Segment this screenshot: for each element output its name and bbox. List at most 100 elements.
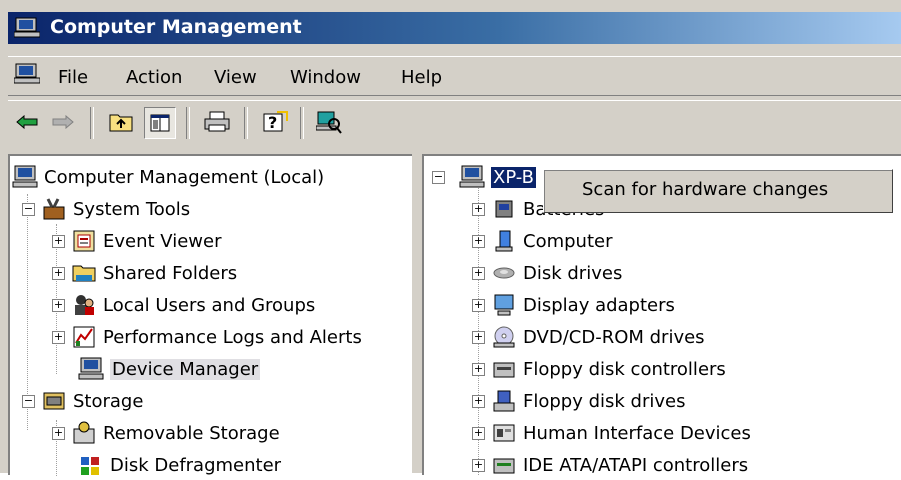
tree-item-event-viewer[interactable]: + Event Viewer xyxy=(52,226,221,256)
toolbar-separator xyxy=(90,107,94,139)
defrag-icon xyxy=(78,452,104,478)
tree-item-label: Performance Logs and Alerts xyxy=(103,326,362,348)
expand-toggle[interactable]: + xyxy=(52,298,65,312)
tree-item-local-users[interactable]: + Local Users and Groups xyxy=(52,290,315,320)
menu-action[interactable]: Action xyxy=(126,67,182,88)
title-bar[interactable]: Computer Management xyxy=(8,12,901,44)
toolbar-separator xyxy=(186,107,190,139)
cdrom-icon xyxy=(491,324,517,350)
computer-management-window: Computer Management File Action View Win… xyxy=(0,0,901,476)
forward-arrow-icon[interactable] xyxy=(48,107,78,137)
menu-view[interactable]: View xyxy=(214,67,257,88)
expand-toggle[interactable]: + xyxy=(472,330,485,344)
tree-item-label: Removable Storage xyxy=(103,422,280,444)
tree-item-label: Disk Defragmenter xyxy=(110,454,282,476)
menu-bar: File Action View Window Help xyxy=(8,56,901,96)
computer-icon xyxy=(491,228,517,254)
tools-icon xyxy=(41,196,67,222)
tree-item-shared-folders[interactable]: + Shared Folders xyxy=(52,258,237,288)
expand-toggle[interactable]: + xyxy=(52,234,65,248)
menu-window[interactable]: Window xyxy=(290,67,361,88)
device-category-label: DVD/CD-ROM drives xyxy=(523,326,705,348)
expand-toggle[interactable]: + xyxy=(472,458,485,472)
expand-toggle[interactable]: + xyxy=(472,234,485,248)
tree-item-label: Storage xyxy=(73,390,144,412)
device-category-label: Computer xyxy=(523,230,613,252)
device-category-label: Display adapters xyxy=(523,294,675,316)
tree-item-label: Local Users and Groups xyxy=(103,294,316,316)
battery-icon xyxy=(491,196,517,222)
device-category-row[interactable]: + Computer xyxy=(472,226,612,256)
menu-help[interactable]: Help xyxy=(401,67,442,88)
device-category-row[interactable]: + Display adapters xyxy=(472,290,675,320)
tree-item-device-manager[interactable]: Device Manager xyxy=(72,354,261,384)
device-category-label: IDE ATA/ATAPI controllers xyxy=(523,454,749,476)
device-tree-root-label: XP-B xyxy=(491,166,536,188)
expand-toggle[interactable]: + xyxy=(472,298,485,312)
floppy-drive-icon xyxy=(491,388,517,414)
performance-icon xyxy=(71,324,97,350)
menu-file[interactable]: File xyxy=(58,67,88,88)
toolbar: ? xyxy=(8,100,901,147)
print-icon[interactable] xyxy=(202,107,232,137)
device-tree-root[interactable]: − XP-B xyxy=(432,162,536,192)
help-icon[interactable]: ? xyxy=(260,107,290,137)
device-category-row[interactable]: + Disk drives xyxy=(472,258,622,288)
expand-toggle[interactable]: + xyxy=(52,426,65,440)
scan-hardware-icon[interactable] xyxy=(314,107,344,137)
floppy-controller-icon xyxy=(491,356,517,382)
expand-toggle[interactable]: + xyxy=(472,362,485,376)
svg-text:?: ? xyxy=(268,113,277,132)
device-category-label: Floppy disk drives xyxy=(523,390,686,412)
device-category-row[interactable]: + Floppy disk drives xyxy=(472,386,685,416)
tree-item-computer-management[interactable]: Computer Management (Local) xyxy=(12,162,324,192)
tree-item-label: Event Viewer xyxy=(103,230,222,252)
collapse-toggle[interactable]: − xyxy=(432,170,445,184)
removable-storage-icon xyxy=(71,420,97,446)
device-category-row[interactable]: + Floppy disk controllers xyxy=(472,354,726,384)
expand-toggle[interactable]: + xyxy=(52,330,65,344)
disk-drive-icon xyxy=(491,260,517,286)
collapse-toggle[interactable]: − xyxy=(22,202,35,216)
device-category-label: Disk drives xyxy=(523,262,623,284)
tree-item-label: System Tools xyxy=(73,198,191,220)
storage-icon xyxy=(41,388,67,414)
tree-item-storage[interactable]: − Storage xyxy=(22,386,143,416)
device-category-row[interactable]: + IDE ATA/ATAPI controllers xyxy=(472,450,748,480)
expand-toggle[interactable]: + xyxy=(52,266,65,280)
system-menu-icon[interactable] xyxy=(13,63,41,90)
computer-icon xyxy=(12,164,38,190)
toolbar-separator xyxy=(244,107,248,139)
ide-controller-icon xyxy=(491,452,517,478)
device-category-label: Floppy disk controllers xyxy=(523,358,726,380)
back-arrow-icon[interactable] xyxy=(12,107,42,137)
expand-toggle[interactable]: + xyxy=(472,394,485,408)
up-folder-icon[interactable] xyxy=(106,107,136,137)
computer-icon xyxy=(459,164,485,190)
hid-icon xyxy=(491,420,517,446)
expand-toggle[interactable]: + xyxy=(472,426,485,440)
expand-toggle[interactable]: + xyxy=(472,202,485,216)
expand-toggle[interactable]: + xyxy=(472,266,485,280)
shared-folder-icon xyxy=(71,260,97,286)
computer-management-icon xyxy=(13,17,41,44)
scan-hardware-changes-menu-item[interactable]: Scan for hardware changes xyxy=(582,179,828,200)
tree-item-removable-storage[interactable]: + Removable Storage xyxy=(52,418,280,448)
device-category-row[interactable]: + Human Interface Devices xyxy=(472,418,751,448)
tree-item-performance-logs[interactable]: + Performance Logs and Alerts xyxy=(52,322,362,352)
users-icon xyxy=(71,292,97,318)
show-hide-tree-icon[interactable] xyxy=(144,107,176,139)
tree-item-label: Device Manager xyxy=(110,358,261,380)
device-category-row[interactable]: + DVD/CD-ROM drives xyxy=(472,322,705,352)
collapse-toggle[interactable]: − xyxy=(22,394,35,408)
device-manager-icon xyxy=(78,356,104,382)
console-tree-pane[interactable]: Computer Management (Local) − System Too… xyxy=(8,154,412,476)
context-menu: Scan for hardware changes xyxy=(543,169,893,213)
tree-item-system-tools[interactable]: − System Tools xyxy=(22,194,190,224)
tree-item-label: Shared Folders xyxy=(103,262,238,284)
tree-item-disk-defragmenter[interactable]: Disk Defragmenter xyxy=(72,450,281,480)
display-adapter-icon xyxy=(491,292,517,318)
event-viewer-icon xyxy=(71,228,97,254)
toolbar-separator xyxy=(300,107,304,139)
tree-item-label: Computer Management (Local) xyxy=(44,166,325,188)
